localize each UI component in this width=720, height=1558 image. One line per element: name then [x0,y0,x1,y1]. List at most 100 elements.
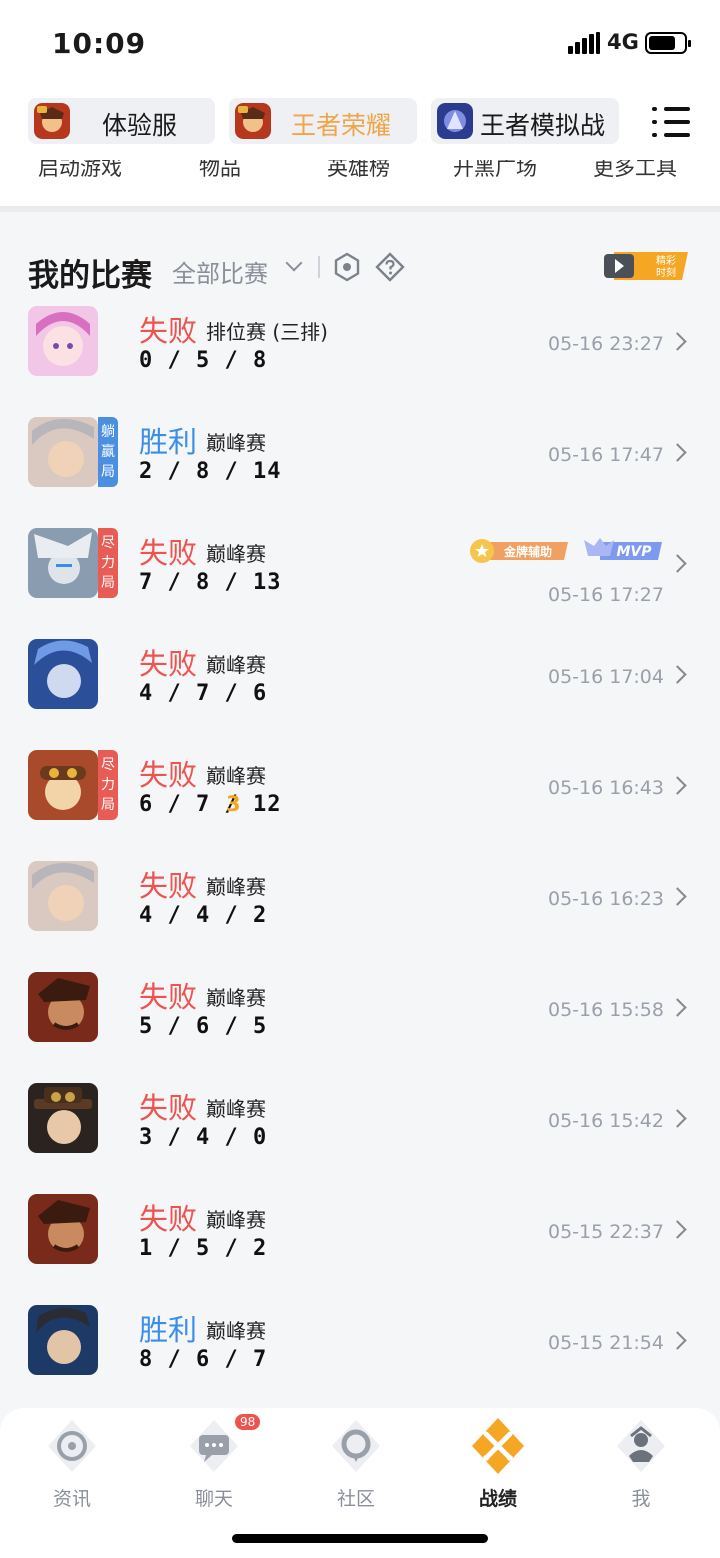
match-kda: 5 / 6 / 5 [139,1014,268,1039]
match-time: 05-16 16:43 [547,777,664,799]
tools-strip: 启动游戏 物品 英雄榜 开黑广场 更多工具 [0,160,720,206]
tool-launch-game[interactable]: 启动游戏 [38,160,122,182]
match-kda: 7 / 8 / 13 [139,570,282,595]
hero-avatar [28,528,98,598]
unread-badge: 98 [235,1414,261,1430]
status-time: 10:09 [52,27,147,60]
game-icon [235,103,271,139]
community-icon [332,1420,380,1472]
match-kda: 4 / 4 / 2 [139,903,268,928]
game-tab-label: 王者模拟战 [480,111,606,140]
battery-icon [645,32,691,54]
match-kda: 8 / 6 / 7 [139,1347,268,1372]
match-row[interactable]: 胜利 巅峰赛 8 / 6 / 7 05-15 21:54 [0,1305,720,1416]
chevron-down-icon[interactable] [285,254,303,272]
menu-icon[interactable] [652,105,690,139]
match-kda: 2 / 8 / 14 [139,459,282,484]
network-label: 4G [607,30,639,54]
chevron-right-icon [668,665,687,684]
match-mode: 巅峰赛 [206,1319,266,1343]
match-result: 失败 [139,1091,198,1125]
hero-avatar [28,861,98,931]
hero-avatar [28,417,98,487]
match-result: 失败 [139,758,198,792]
match-time: 05-15 22:37 [547,1221,664,1243]
chevron-right-icon [668,554,687,573]
match-result: 失败 [139,314,198,348]
tab-community[interactable]: 社区 [301,1416,411,1526]
match-kda: 3 / 4 / 0 [139,1125,268,1150]
chevron-right-icon [668,443,687,462]
match-kda: 1 / 5 / 2 [139,1236,268,1261]
help-diamond-icon[interactable] [375,252,405,282]
match-row[interactable]: 失败 巅峰赛 4 / 7 / 6 05-16 17:04 [0,639,720,750]
match-result: 失败 [139,869,198,903]
match-time: 05-15 21:54 [547,1332,664,1354]
tab-chat[interactable]: 98 聊天 [159,1414,269,1526]
game-icon [34,103,70,139]
hexagon-icon[interactable] [333,252,361,282]
chevron-right-icon [668,998,687,1017]
hero-avatar [28,1305,98,1375]
match-filter[interactable]: 全部比赛 [172,254,268,289]
home-indicator[interactable] [232,1534,488,1543]
chevron-right-icon [668,332,687,351]
chevron-right-icon [668,776,687,795]
match-row[interactable]: 失败 巅峰赛 1 / 5 / 2 05-15 22:37 [0,1194,720,1305]
match-mode: 巅峰赛 [206,542,266,566]
match-result: 失败 [139,980,198,1014]
match-row[interactable]: 失败 排位赛 (三排) 0 / 5 / 8 05-16 23:27 [0,306,720,417]
tab-profile[interactable]: 我 [586,1416,696,1526]
tool-items[interactable]: 物品 [199,160,241,182]
match-time: 05-16 15:42 [547,1110,664,1132]
game-tab-sim[interactable]: 王者模拟战 [431,98,619,144]
match-tag: 尽力局 [98,528,118,598]
tab-news[interactable]: 资讯 [17,1416,127,1526]
profile-icon [617,1420,665,1472]
hero-avatar [28,306,98,376]
status-bar: 10:09 4G [0,0,720,88]
match-time: 05-16 17:04 [547,666,664,688]
match-mode: 巅峰赛 [206,875,266,899]
match-row[interactable]: 失败 巅峰赛 3 / 4 / 0 05-16 15:42 [0,1083,720,1194]
signal-icon [568,32,600,54]
tool-team-square[interactable]: 开黑广场 [453,160,537,182]
match-row[interactable]: 尽力局 失败 巅峰赛 6 / 7 / 12 3 05-16 16:43 [0,750,720,861]
match-row[interactable]: 失败 巅峰赛 4 / 4 / 2 05-16 16:23 [0,861,720,972]
tool-hero-rank[interactable]: 英雄榜 [327,160,390,182]
svg-text:精彩: 精彩 [656,254,676,267]
match-row[interactable]: 失败 巅峰赛 5 / 6 / 5 05-16 15:58 [0,972,720,1083]
game-tab-honor[interactable]: 王者荣耀 [229,98,417,144]
tab-label: 社区 [336,1488,375,1510]
chevron-right-icon [668,887,687,906]
match-kda: 4 / 7 / 6 [139,681,268,706]
match-tag: 尽力局 [98,750,118,820]
game-tab-trial[interactable]: 体验服 [28,98,215,144]
hero-avatar [28,750,98,820]
mvp-badge: MVP [584,538,662,560]
match-time: 05-16 15:58 [547,999,664,1021]
badge-label: 金牌辅助 [503,544,552,559]
match-mode: 巅峰赛 [206,764,266,788]
hero-avatar [28,639,98,709]
match-result: 失败 [139,536,198,570]
section-title: 我的比赛 [28,258,152,294]
tab-record[interactable]: 战绩 [443,1416,553,1526]
match-tag: 躺赢局 [98,417,118,487]
hero-avatar [28,972,98,1042]
match-time: 05-16 17:27 [547,584,664,606]
tab-label: 资讯 [52,1488,91,1510]
chevron-right-icon [668,1109,687,1128]
multi-kill-count: 3 [226,792,241,816]
match-mode: 巅峰赛 [206,431,266,455]
highlight-video-badge[interactable]: 精彩 时刻 [602,248,690,284]
game-tab-label: 体验服 [102,111,178,140]
match-mode: 巅峰赛 [206,986,266,1010]
match-row[interactable]: 躺赢局 胜利 巅峰赛 2 / 8 / 14 05-16 17:47 [0,417,720,528]
game-switcher: 体验服 王者荣耀 王者模拟战 [0,88,720,160]
match-row[interactable]: 尽力局 失败 巅峰赛 7 / 8 / 13 金牌辅助 MVP 05-16 17:… [0,528,720,639]
tool-more[interactable]: 更多工具 [593,160,677,182]
match-time: 05-16 16:23 [547,888,664,910]
hero-avatar [28,1194,98,1264]
match-mode: 排位赛 (三排) [206,320,328,344]
